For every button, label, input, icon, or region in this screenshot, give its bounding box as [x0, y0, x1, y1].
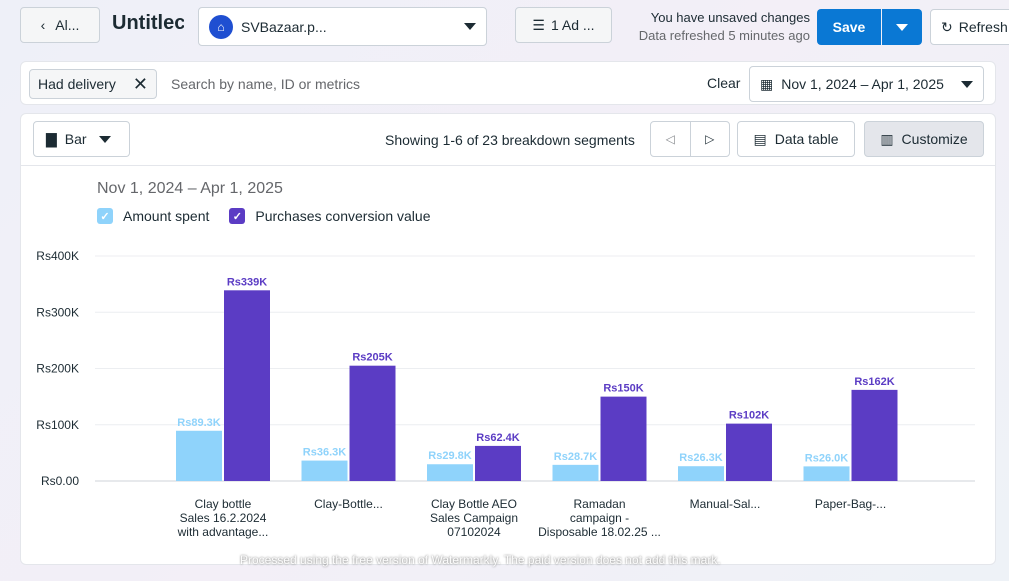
bar-value-label: Rs89.3K: [177, 417, 220, 429]
panel-icon: ▥: [880, 130, 894, 147]
y-tick-label: Rs300K: [36, 305, 79, 319]
unsaved-changes-text: You have unsaved changes: [650, 10, 810, 25]
ad-count-label: 1 Ad ...: [550, 17, 595, 33]
refreshed-text: Data refreshed 5 minutes ago: [638, 28, 810, 43]
page-title[interactable]: Untitlec: [112, 12, 184, 35]
data-table-label: Data table: [774, 131, 839, 147]
bar: [475, 445, 521, 481]
calendar-icon: ▦: [760, 75, 774, 92]
bar-value-label: Rs162K: [854, 376, 894, 388]
filter-chip[interactable]: Had delivery ✕: [29, 69, 157, 99]
bar-value-label: Rs36.3K: [303, 447, 346, 459]
legend-label: Amount spent: [123, 208, 210, 224]
x-tick-label: 07102024: [447, 525, 501, 539]
refresh-button[interactable]: ↻ Refresh: [930, 9, 1009, 45]
chevron-down-icon: [961, 80, 973, 88]
segment-pager: ◁ ▷: [650, 121, 730, 157]
bar-value-label: Rs150K: [603, 383, 643, 395]
bar: [726, 423, 772, 481]
ads-icon: ☰: [532, 16, 545, 33]
refresh-label: Refresh: [958, 19, 1008, 35]
watermark-note: Processed using the free version of Wate…: [240, 553, 721, 567]
account-name: SVBazaar.p...: [241, 18, 327, 35]
chevron-down-icon: [896, 23, 908, 31]
bar-chart: Rs0.00 Rs100K Rs200K Rs300K Rs400K Rs89.3K Rs3…: [36, 249, 975, 539]
bar-value-label: Rs339K: [227, 276, 267, 288]
top-bar: ‹ Al... Untitlec ⌂ SVBazaar.p... ☰ 1 Ad …: [0, 0, 1009, 52]
search-input[interactable]: [171, 70, 671, 98]
bar: [176, 430, 222, 481]
x-tick-label: Clay Bottle AEO: [431, 497, 517, 511]
bar: [552, 464, 599, 481]
account-select[interactable]: ⌂ SVBazaar.p...: [198, 7, 487, 46]
chart-type-select[interactable]: ▇ Bar: [33, 121, 130, 157]
bar-value-label: Rs26.3K: [679, 452, 722, 464]
checkbox-icon: ✓: [229, 208, 246, 224]
x-tick-label: Sales 16.2.2024: [180, 511, 267, 525]
bar-value-label: Rs205K: [352, 352, 392, 364]
y-tick-label: Rs400K: [36, 249, 79, 263]
bar-value-label: Rs62.4K: [476, 432, 519, 444]
customize-label: Customize: [901, 131, 968, 147]
date-range-picker[interactable]: ▦ Nov 1, 2024 – Apr 1, 2025: [749, 66, 984, 102]
customize-button[interactable]: ▥ Customize: [864, 121, 984, 157]
table-icon: ▤: [753, 130, 767, 147]
chart-toolbar: ▇ Bar Showing 1-6 of 23 breakdown segmen…: [21, 114, 995, 166]
x-tick-label: Manual-Sal...: [690, 497, 761, 511]
close-icon[interactable]: ✕: [133, 75, 148, 93]
legend-item-amount-spent[interactable]: ✓ Amount spent: [97, 208, 209, 224]
y-tick-label: Rs200K: [36, 362, 79, 376]
legend-label: Purchases conversion value: [255, 208, 431, 224]
ad-count-button[interactable]: ☰ 1 Ad ...: [515, 7, 612, 43]
bar-chart-icon: ▇: [46, 130, 57, 147]
filter-chip-label: Had delivery: [38, 76, 116, 92]
x-tick-label: campaign -: [570, 511, 629, 525]
bar: [224, 290, 270, 481]
chevron-down-icon: [464, 23, 476, 30]
back-button-label: Al...: [55, 17, 80, 33]
x-tick-label: Clay bottle: [195, 497, 252, 511]
bar: [678, 466, 724, 481]
legend-item-purchases[interactable]: ✓ Purchases conversion value: [229, 208, 431, 224]
chart-legend: ✓ Amount spent ✓ Purchases conversion va…: [97, 208, 431, 224]
bar: [427, 464, 473, 481]
y-tick-label: Rs100K: [36, 418, 79, 432]
chevron-down-icon: [98, 135, 111, 143]
segments-count: Showing 1-6 of 23 breakdown segments: [385, 132, 635, 148]
x-tick-label: Paper-Bag-...: [815, 497, 886, 511]
x-tick-label: Sales Campaign: [430, 511, 518, 525]
chart-type-label: Bar: [64, 131, 87, 147]
bar-value-label: Rs102K: [729, 410, 769, 422]
refresh-icon: ↻: [941, 18, 953, 35]
bar: [600, 396, 647, 481]
chart-date-range: Nov 1, 2024 – Apr 1, 2025: [97, 180, 283, 197]
save-status: You have unsaved changes Data refreshed …: [618, 9, 810, 45]
previous-page-icon[interactable]: ◁: [651, 122, 690, 156]
y-tick-label: Rs0.00: [41, 474, 79, 488]
bar-value-label: Rs28.7K: [554, 451, 597, 463]
bar-value-label: Rs29.8K: [428, 450, 471, 462]
next-page-icon[interactable]: ▷: [689, 122, 730, 156]
x-tick-label: Clay-Bottle...: [314, 497, 383, 511]
date-range-label: Nov 1, 2024 – Apr 1, 2025: [781, 76, 944, 92]
data-table-button[interactable]: ▤ Data table: [737, 121, 855, 157]
store-icon: ⌂: [209, 14, 233, 39]
x-tick-label: Ramadan: [573, 497, 625, 511]
bar: [301, 460, 348, 481]
bar: [851, 389, 898, 481]
chevron-left-icon: ‹: [40, 17, 46, 33]
bar: [349, 365, 396, 481]
clear-button[interactable]: Clear: [707, 75, 740, 91]
bar-value-label: Rs26.0K: [805, 452, 848, 464]
save-button[interactable]: Save: [817, 9, 881, 45]
x-tick-label: with advantage...: [177, 525, 269, 539]
save-options-button[interactable]: [882, 9, 922, 45]
x-tick-label: Disposable 18.02.25 ...: [538, 525, 661, 539]
checkbox-icon: ✓: [97, 208, 113, 224]
chart-panel: ▇ Bar Showing 1-6 of 23 breakdown segmen…: [20, 113, 996, 565]
back-button[interactable]: ‹ Al...: [20, 7, 100, 43]
bar: [803, 466, 850, 481]
filter-bar: Had delivery ✕ Clear ▦ Nov 1, 2024 – Apr…: [20, 61, 996, 105]
